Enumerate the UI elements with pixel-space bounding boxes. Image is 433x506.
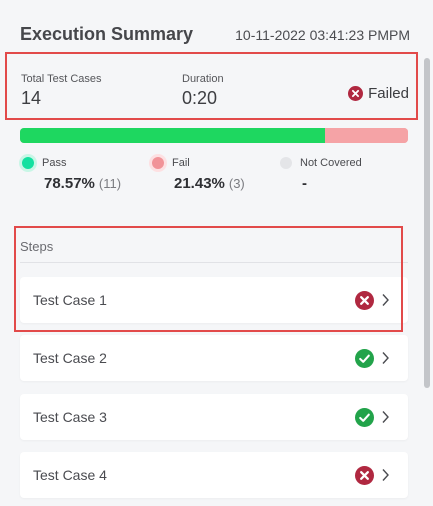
- execution-timestamp: 10-11-2022 03:41:23 PMPM: [235, 27, 410, 43]
- duration: Duration 0:20: [182, 73, 224, 109]
- chevron-right-icon[interactable]: [381, 410, 390, 424]
- chevron-right-icon[interactable]: [381, 293, 390, 307]
- legend-not-covered-value: -: [302, 175, 307, 192]
- test-case-row-1[interactable]: Test Case 1: [20, 277, 408, 323]
- test-case-name: Test Case 2: [33, 350, 107, 366]
- x-circle-icon: [355, 291, 374, 310]
- total-test-cases-label: Total Test Cases: [21, 73, 102, 85]
- legend-pass-value: 78.57%: [44, 175, 95, 192]
- pass-dot-icon: [22, 157, 34, 169]
- legend-fail-value: 21.43%: [174, 175, 225, 192]
- steps-label: Steps: [20, 239, 54, 254]
- check-circle-icon: [355, 349, 374, 368]
- legend-pass: Pass 78.57% (11): [22, 157, 121, 192]
- duration-value: 0:20: [182, 88, 218, 108]
- progress-fail-segment: [324, 128, 408, 143]
- fail-dot-icon: [152, 157, 164, 169]
- legend-not-covered-label: Not Covered: [300, 157, 362, 169]
- legend-pass-count: (11): [98, 176, 122, 191]
- test-case-row-3[interactable]: Test Case 3: [20, 394, 408, 440]
- test-case-name: Test Case 3: [33, 409, 107, 425]
- legend-not-covered: Not Covered -: [280, 157, 362, 192]
- summary-header: Execution Summary 10-11-2022 03:41:23 PM…: [20, 24, 410, 48]
- test-case-row-2[interactable]: Test Case 2: [20, 335, 408, 381]
- test-case-row-4[interactable]: Test Case 4: [20, 452, 408, 498]
- pass-fail-progress-bar: [20, 128, 408, 143]
- legend-fail: Fail 21.43% (3): [152, 157, 245, 192]
- duration-label: Duration: [182, 73, 224, 85]
- legend-fail-label: Fail: [172, 157, 190, 169]
- status-badge: Failed: [348, 85, 409, 102]
- scrollbar[interactable]: [424, 58, 430, 388]
- test-case-name: Test Case 1: [33, 292, 107, 308]
- page-title: Execution Summary: [20, 24, 194, 44]
- total-test-cases: Total Test Cases 14: [21, 73, 102, 109]
- total-test-cases-value: 14: [21, 88, 42, 108]
- not-covered-dot-icon: [280, 157, 292, 169]
- legend-pass-label: Pass: [42, 157, 67, 169]
- chevron-right-icon[interactable]: [381, 468, 390, 482]
- progress-pass-segment: [20, 128, 325, 143]
- legend-fail-count: (3): [228, 176, 245, 191]
- x-circle-icon: [348, 86, 364, 101]
- x-circle-icon: [355, 466, 374, 485]
- check-circle-icon: [355, 408, 374, 427]
- status-text: Failed: [368, 85, 409, 102]
- steps-divider: [20, 262, 408, 263]
- test-case-name: Test Case 4: [33, 467, 107, 483]
- chevron-right-icon[interactable]: [381, 351, 390, 365]
